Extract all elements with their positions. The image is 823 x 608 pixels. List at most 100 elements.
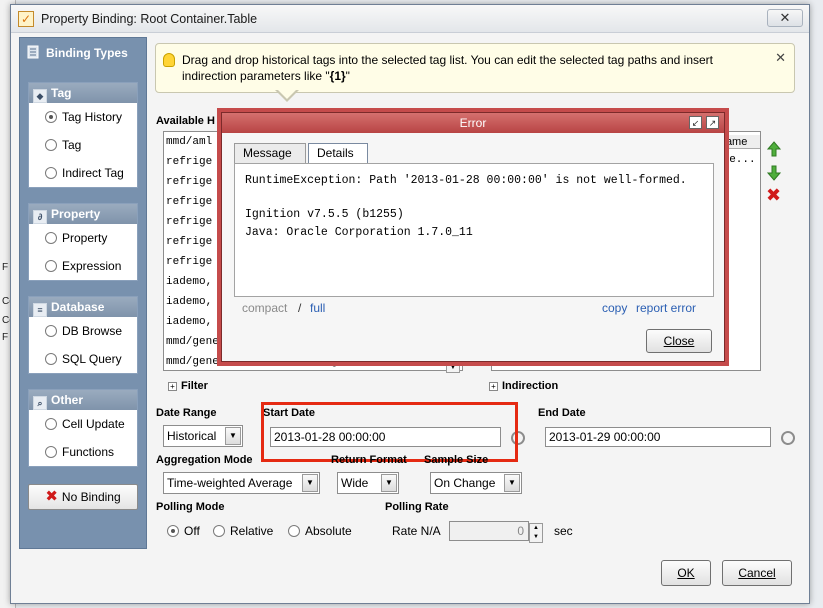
close-label: Close [663, 334, 695, 348]
radio-polling-absolute[interactable]: Absolute [288, 524, 352, 538]
date-range-select[interactable]: Historical ▼ [163, 425, 243, 447]
link-separator: / [298, 301, 302, 315]
aggregation-mode-select[interactable]: Time-weighted Average ▼ [163, 472, 320, 494]
radio-dot[interactable] [45, 418, 57, 430]
radio-dot[interactable] [45, 232, 57, 244]
error-dialog: Error ↙ ↗ Message Details RuntimeExcepti… [221, 112, 725, 362]
aggregation-value: Time-weighted Average [167, 476, 293, 490]
java-line: Java: Oracle Corporation 1.7.0_11 [245, 226, 473, 239]
version-line: Ignition v7.5.5 (b1255) [245, 208, 404, 221]
filter-expander[interactable]: + Filter [168, 380, 208, 392]
group-other: ⌕ Other Cell Update Functions [28, 389, 138, 467]
polling-rate-field[interactable]: 0 [449, 521, 529, 541]
chevron-down-icon[interactable]: ▼ [381, 474, 397, 492]
radio-dot[interactable] [45, 325, 57, 337]
chevron-down-icon[interactable]: ▼ [225, 427, 241, 445]
error-dialog-titlebar[interactable]: Error ↙ ↗ [222, 113, 724, 133]
radio-dot[interactable] [288, 525, 300, 537]
radio-dot[interactable] [45, 111, 57, 123]
radio-dot[interactable] [45, 167, 57, 179]
tooltip-tail-fill [277, 89, 297, 99]
return-format-value: Wide [341, 476, 369, 490]
maximize-icon[interactable]: ↗ [706, 116, 719, 129]
radio-dot[interactable] [45, 353, 57, 365]
radio-label: Off [184, 524, 200, 538]
group-property-header: ∂ Property [29, 204, 137, 224]
restore-icon[interactable]: ↙ [689, 116, 702, 129]
radio-dot[interactable] [213, 525, 225, 537]
window-title: Property Binding: Root Container.Table [41, 12, 258, 26]
radio-label: SQL Query [62, 352, 122, 366]
chevron-down-icon[interactable]: ▼ [302, 474, 318, 492]
radio-db-browse[interactable]: DB Browse [29, 317, 137, 345]
full-link[interactable]: full [310, 301, 325, 315]
indirection-label: Indirection [502, 380, 559, 392]
radio-polling-relative[interactable]: Relative [213, 524, 273, 538]
group-other-header: ⌕ Other [29, 390, 137, 410]
property-icon: ∂ [33, 210, 47, 224]
radio-dot[interactable] [167, 525, 179, 537]
available-label: Available H [156, 115, 215, 127]
cancel-button[interactable]: Cancel [722, 560, 792, 586]
close-button[interactable]: Close [646, 329, 712, 353]
binding-types-panel: Binding Types ◆ Tag Tag History Tag Indir… [19, 37, 147, 549]
no-binding-label: No Binding [61, 490, 121, 504]
lightbulb-icon [163, 53, 175, 67]
window-close-button[interactable]: ✕ [767, 9, 803, 27]
ok-button[interactable]: OK [661, 560, 711, 586]
group-title: Other [51, 393, 84, 407]
return-format-select[interactable]: Wide ▼ [337, 472, 399, 494]
cancel-label: Cancel [738, 566, 776, 580]
indirection-expander[interactable]: + Indirection [489, 380, 558, 392]
tab-message[interactable]: Message [234, 143, 306, 163]
radio-sql-query[interactable]: SQL Query [29, 345, 137, 373]
radio-indirect-tag[interactable]: Indirect Tag [29, 159, 137, 187]
radio-polling-off[interactable]: Off [167, 524, 200, 538]
window-titlebar[interactable]: ✓ Property Binding: Root Container.Table… [11, 5, 809, 33]
app-icon: ✓ [18, 11, 34, 27]
end-date-field[interactable]: 2013-01-29 00:00:00 [545, 427, 771, 447]
plus-icon[interactable]: + [168, 382, 177, 391]
radio-label: DB Browse [62, 324, 123, 338]
rate-na-label: Rate N/A [392, 524, 441, 538]
group-database: ≡ Database DB Browse SQL Query [28, 296, 138, 374]
chevron-down-icon[interactable]: ▼ [504, 474, 520, 492]
group-title: Property [51, 207, 101, 221]
plus-icon[interactable]: + [489, 382, 498, 391]
tab-details[interactable]: Details [308, 143, 368, 163]
radio-dot[interactable] [45, 446, 57, 458]
radio-tag[interactable]: Tag [29, 131, 137, 159]
radio-dot[interactable] [45, 260, 57, 272]
property-binding-window: ✓ Property Binding: Root Container.Table… [10, 4, 810, 604]
no-binding-button[interactable]: ✖ No Binding [28, 484, 138, 510]
radio-functions[interactable]: Functions [29, 438, 137, 466]
radio-cell-update[interactable]: Cell Update [29, 410, 137, 438]
polling-mode-label: Polling Mode [156, 501, 225, 513]
compact-link[interactable]: compact [242, 301, 287, 315]
return-format-label: Return Format [331, 454, 407, 466]
tooltip-close-icon[interactable]: ✕ [775, 50, 786, 66]
delete-x-icon[interactable]: ✖ [766, 186, 781, 204]
move-down-arrow-icon[interactable] [767, 165, 781, 181]
report-error-link[interactable]: report error [636, 301, 696, 315]
group-title: Tag [51, 86, 72, 100]
tooltip-line-2-bold: {1} [329, 69, 346, 83]
error-dialog-title: Error [459, 116, 487, 130]
aggregation-mode-label: Aggregation Mode [156, 454, 253, 466]
chevron-down-icon[interactable]: ▼ [446, 361, 460, 373]
radio-property[interactable]: Property [29, 224, 137, 252]
radio-expression[interactable]: Expression [29, 252, 137, 280]
date-range-label: Date Range [156, 407, 217, 419]
spinner-icon[interactable]: ▲ ▼ [529, 523, 543, 543]
radio-label: Property [62, 231, 108, 245]
chain-link-icon[interactable] [778, 428, 798, 448]
radio-tag-history[interactable]: Tag History [29, 103, 137, 131]
error-details-panel: RuntimeException: Path '2013-01-28 00:00… [234, 163, 714, 297]
move-up-arrow-icon[interactable] [767, 141, 781, 157]
ok-label: OK [677, 566, 695, 580]
copy-link[interactable]: copy [602, 301, 627, 315]
sample-size-select[interactable]: On Change ▼ [430, 472, 522, 494]
sample-size-label: Sample Size [424, 454, 489, 466]
binding-types-title: Binding Types [46, 46, 128, 60]
radio-dot[interactable] [45, 139, 57, 151]
